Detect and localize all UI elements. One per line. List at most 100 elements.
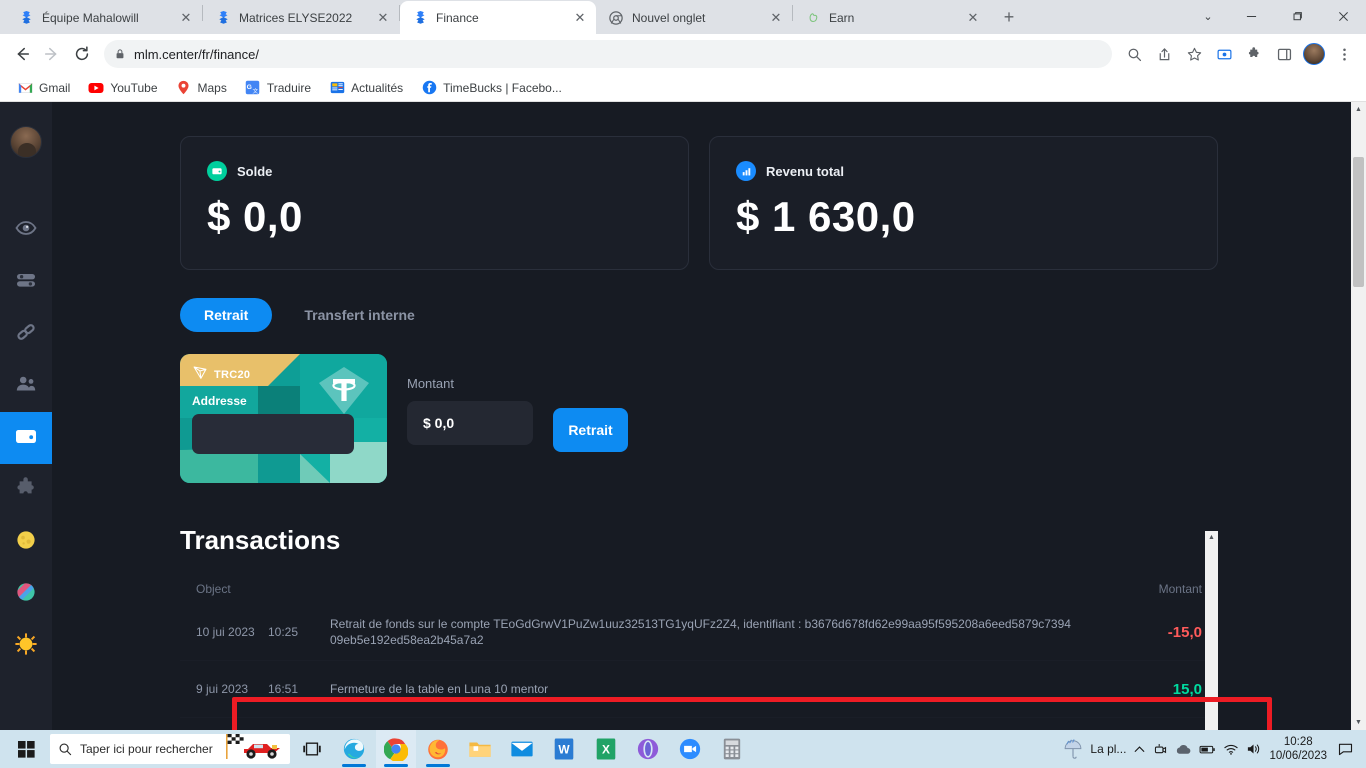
rain-icon [1062,738,1084,760]
back-icon[interactable] [8,40,36,68]
tab-close-icon[interactable]: ✕ [965,10,981,26]
tab-search-chevron-icon[interactable]: ⌄ [1188,0,1228,33]
bookmark-youtube[interactable]: YouTube [81,77,164,99]
start-button[interactable] [4,730,48,768]
sidebar-item-extensions[interactable] [0,464,52,516]
task-view-icon[interactable] [292,730,332,768]
tab-close-icon[interactable]: ✕ [572,10,588,26]
browser-tab-0[interactable]: Équipe Mahalowill ✕ [6,1,202,34]
sun-icon [14,632,38,661]
tab-close-icon[interactable]: ✕ [768,10,784,26]
new-tab-button[interactable]: + [995,3,1023,31]
table-row[interactable] [180,718,1218,730]
taskbar-app-edge[interactable] [334,730,374,768]
bookmark-traduire[interactable]: G文 Traduire [238,77,318,99]
withdraw-submit-button[interactable]: Retrait [553,408,628,452]
taskbar-clock[interactable]: 10:28 10/06/2023 [1269,735,1327,764]
address-input[interactable] [192,414,354,454]
clock-date: 10/06/2023 [1269,750,1327,762]
bookmarks-bar: Gmail YouTube Maps G文 Traduire Actualité… [0,74,1366,102]
profile-avatar[interactable] [1300,40,1328,68]
scroll-down-icon[interactable]: ▼ [1355,715,1362,730]
sidebar-item-team[interactable] [0,360,52,412]
taskbar-app-excel[interactable]: X [586,730,626,768]
sidebar-item-eye[interactable] [0,204,52,256]
network-label: TRC20 [214,369,251,381]
share-icon[interactable] [1150,40,1178,68]
reload-icon[interactable] [68,40,96,68]
usdt-tether-icon [317,366,371,421]
table-row[interactable]: 10 jui 2023 10:25 Retrait de fonds sur l… [180,604,1218,661]
taskbar-app-chrome[interactable] [376,730,416,768]
action-center-icon[interactable] [1334,742,1356,757]
card-label: Revenu total [766,163,845,179]
chrome-menu-icon[interactable] [1330,40,1358,68]
bookmark-timebucks[interactable]: TimeBucks | Facebo... [414,77,569,99]
page-scrollbar[interactable]: ▲ ▼ [1351,102,1366,730]
extensions-puzzle-icon[interactable] [1240,40,1268,68]
wifi-icon[interactable] [1223,742,1239,756]
bookmark-label: Maps [197,80,227,95]
zoom-search-icon[interactable] [1120,40,1148,68]
tab-close-icon[interactable]: ✕ [178,10,194,26]
search-placeholder: Taper ici pour rechercher [80,742,213,756]
transaction-date: 10 jui 2023 [196,625,255,639]
battery-tray-icon[interactable] [1199,743,1216,756]
tab-retrait[interactable]: Retrait [180,298,273,332]
browser-tab-4[interactable]: Earn ✕ [793,1,989,34]
close-window-button[interactable] [1320,0,1366,33]
volume-icon[interactable] [1246,742,1262,756]
tab-close-icon[interactable]: ✕ [375,10,391,26]
amount-column: Montant $ 0,0 [407,354,533,445]
taskbar-app-file-explorer[interactable] [460,730,500,768]
sidebar-item-settings[interactable] [0,256,52,308]
sidebar-item-moon[interactable] [0,516,52,568]
browser-tab-2-active[interactable]: Finance ✕ [400,1,596,34]
show-hidden-icons-chevron[interactable] [1133,743,1146,756]
taskbar-app-mail[interactable] [502,730,542,768]
browser-tab-1[interactable]: Matrices ELYSE2022 ✕ [203,1,399,34]
scroll-up-icon[interactable]: ▲ [1355,102,1362,117]
taskbar-app-firefox[interactable] [418,730,458,768]
taskbar-search-box[interactable]: Taper ici pour rechercher [50,734,290,764]
bookmark-maps[interactable]: Maps [169,77,234,99]
bookmark-gmail[interactable]: Gmail [10,77,77,99]
taskbar-app-zoom[interactable] [670,730,710,768]
scroll-up-icon[interactable]: ▲ [1205,531,1218,544]
forward-icon[interactable] [38,40,66,68]
taskbar-app-calculator[interactable] [712,730,752,768]
bookmark-actualites[interactable]: Actualités [322,77,410,99]
sidebar-item-avatar[interactable] [0,116,52,168]
sidebar-item-planet[interactable] [0,568,52,620]
bookmark-label: Traduire [266,80,312,95]
bookmark-star-icon[interactable] [1180,40,1208,68]
weather-widget[interactable]: La pl... [1062,738,1126,760]
minimize-button[interactable] [1228,0,1274,33]
side-panel-icon[interactable] [1270,40,1298,68]
transactions-scrollbar[interactable]: ▲ [1205,531,1218,730]
onedrive-cloud-icon[interactable] [1175,743,1192,756]
transaction-date: 9 jui 2023 [196,682,249,696]
sidebar-item-finance[interactable] [0,412,52,464]
sidebar-item-sun[interactable] [0,620,52,672]
transactions-list[interactable]: 10 jui 2023 10:25 Retrait de fonds sur l… [180,604,1218,730]
browser-tab-3[interactable]: Nouvel onglet ✕ [596,1,792,34]
sidebar-item-referral-link[interactable] [0,308,52,360]
address-bar[interactable]: mlm.center/fr/finance/ [104,40,1112,68]
page-viewport: Solde $ 0,0 Revenu total $ 1 630,0 Retra… [0,102,1366,730]
taskbar-app-word[interactable]: W [544,730,584,768]
svg-text:文: 文 [253,87,259,95]
window-controls: ⌄ [1188,0,1366,33]
card-value: $ 1 630,0 [736,193,916,240]
tab-transfert-interne[interactable]: Transfert interne [280,298,438,332]
maps-icon [176,80,192,96]
table-row[interactable]: 9 jui 2023 16:51 Fermeture de la table e… [180,661,1218,718]
camera-tray-icon[interactable] [1153,742,1168,757]
taskbar-app-opera[interactable] [628,730,668,768]
amount-label: Montant [407,376,454,391]
media-extension-icon[interactable] [1210,40,1238,68]
maximize-button[interactable] [1274,0,1320,33]
transaction-time: 16:51 [268,682,299,696]
amount-input[interactable]: $ 0,0 [407,401,533,445]
scrollbar-thumb[interactable] [1353,157,1364,287]
